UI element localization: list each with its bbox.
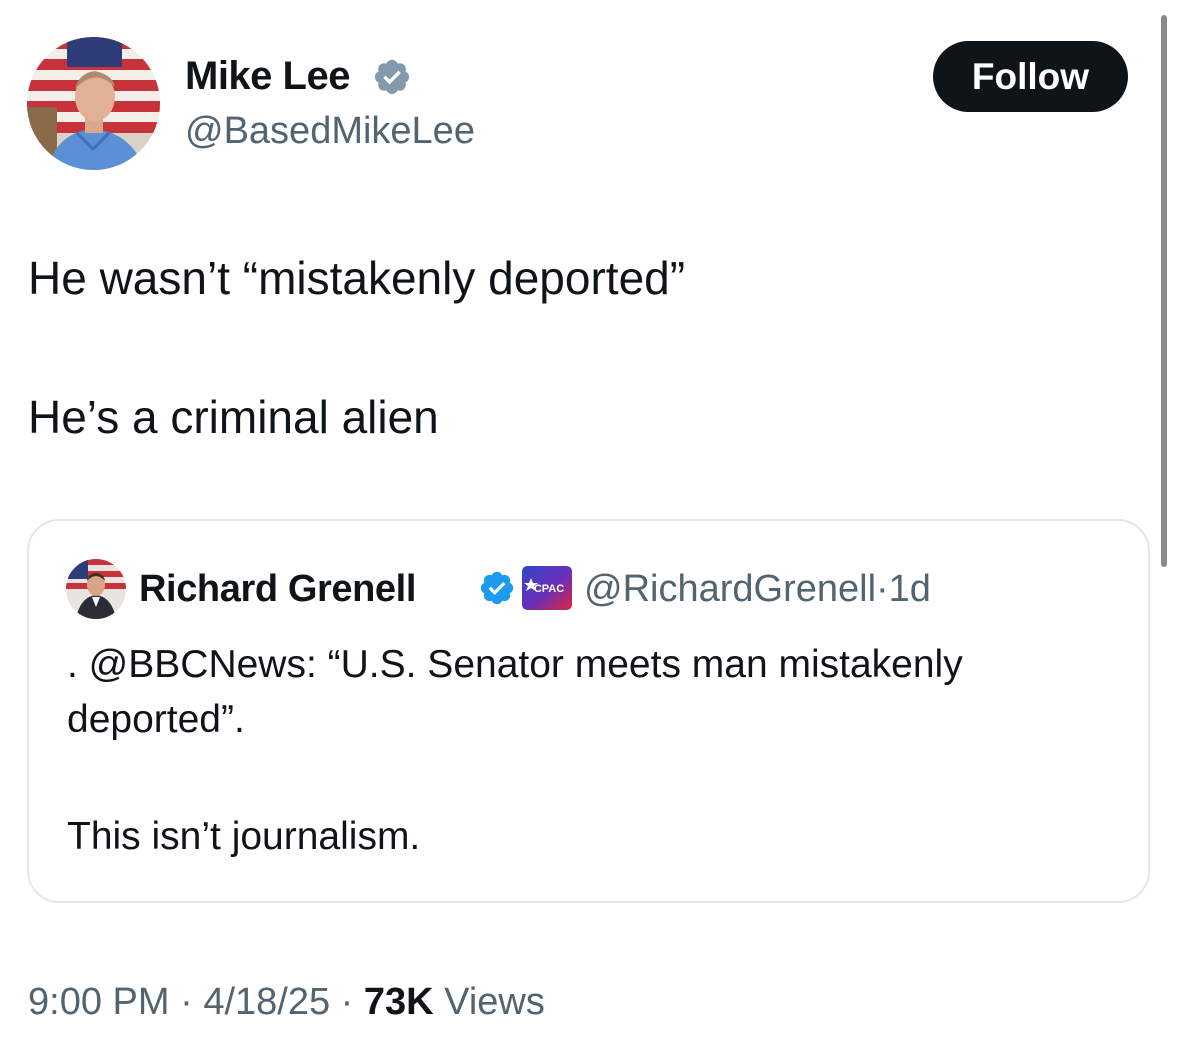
footer-separator: · <box>340 981 354 1023</box>
views-label: Views <box>444 981 545 1023</box>
scrollbar-thumb[interactable] <box>1161 15 1167 567</box>
author-handle[interactable]: @BasedMikeLee <box>185 107 475 155</box>
tweet-text-line: He’s a criminal alien <box>28 391 439 443</box>
author-avatar-image <box>27 37 160 170</box>
views-count[interactable]: 73K <box>364 981 434 1023</box>
tweet-text-line: He wasn’t “mistakenly deported” <box>28 252 686 304</box>
quoted-author-avatar[interactable] <box>66 559 126 619</box>
tweet-time[interactable]: 9:00 PM <box>28 981 170 1023</box>
tweet-date[interactable]: 4/18/25 <box>203 981 330 1023</box>
author-avatar[interactable] <box>27 37 160 170</box>
quoted-tweet-text-line: deported”. <box>67 698 245 741</box>
quoted-author-display-name[interactable]: Richard Grenell <box>139 566 416 612</box>
cpac-logo-text: CPAC <box>534 583 564 595</box>
verified-badge-icon <box>480 571 514 605</box>
cpac-affiliate-badge-icon[interactable]: CPAC <box>522 566 572 610</box>
tweet-footer: 9:00 PM · 4/18/25 · 73K Views <box>28 978 545 1026</box>
quoted-tweet-text-line: . @BBCNews: “U.S. Senator meets man mist… <box>67 643 963 686</box>
quoted-tweet-text-line: This isn’t journalism. <box>67 815 421 858</box>
quoted-tweet-time[interactable]: 1d <box>889 568 931 610</box>
quoted-author-handle[interactable]: @RichardGrenell <box>584 568 876 610</box>
author-display-name[interactable]: Mike Lee <box>185 52 350 100</box>
quoted-author-avatar-image <box>66 559 126 619</box>
footer-separator: · <box>180 981 193 1023</box>
verified-badge-icon <box>374 59 410 95</box>
quoted-tweet-meta: @RichardGrenell·1d <box>584 566 931 612</box>
follow-button[interactable]: Follow <box>933 41 1128 112</box>
meta-separator: · <box>876 568 889 610</box>
cpac-logo-icon: CPAC <box>522 566 572 610</box>
